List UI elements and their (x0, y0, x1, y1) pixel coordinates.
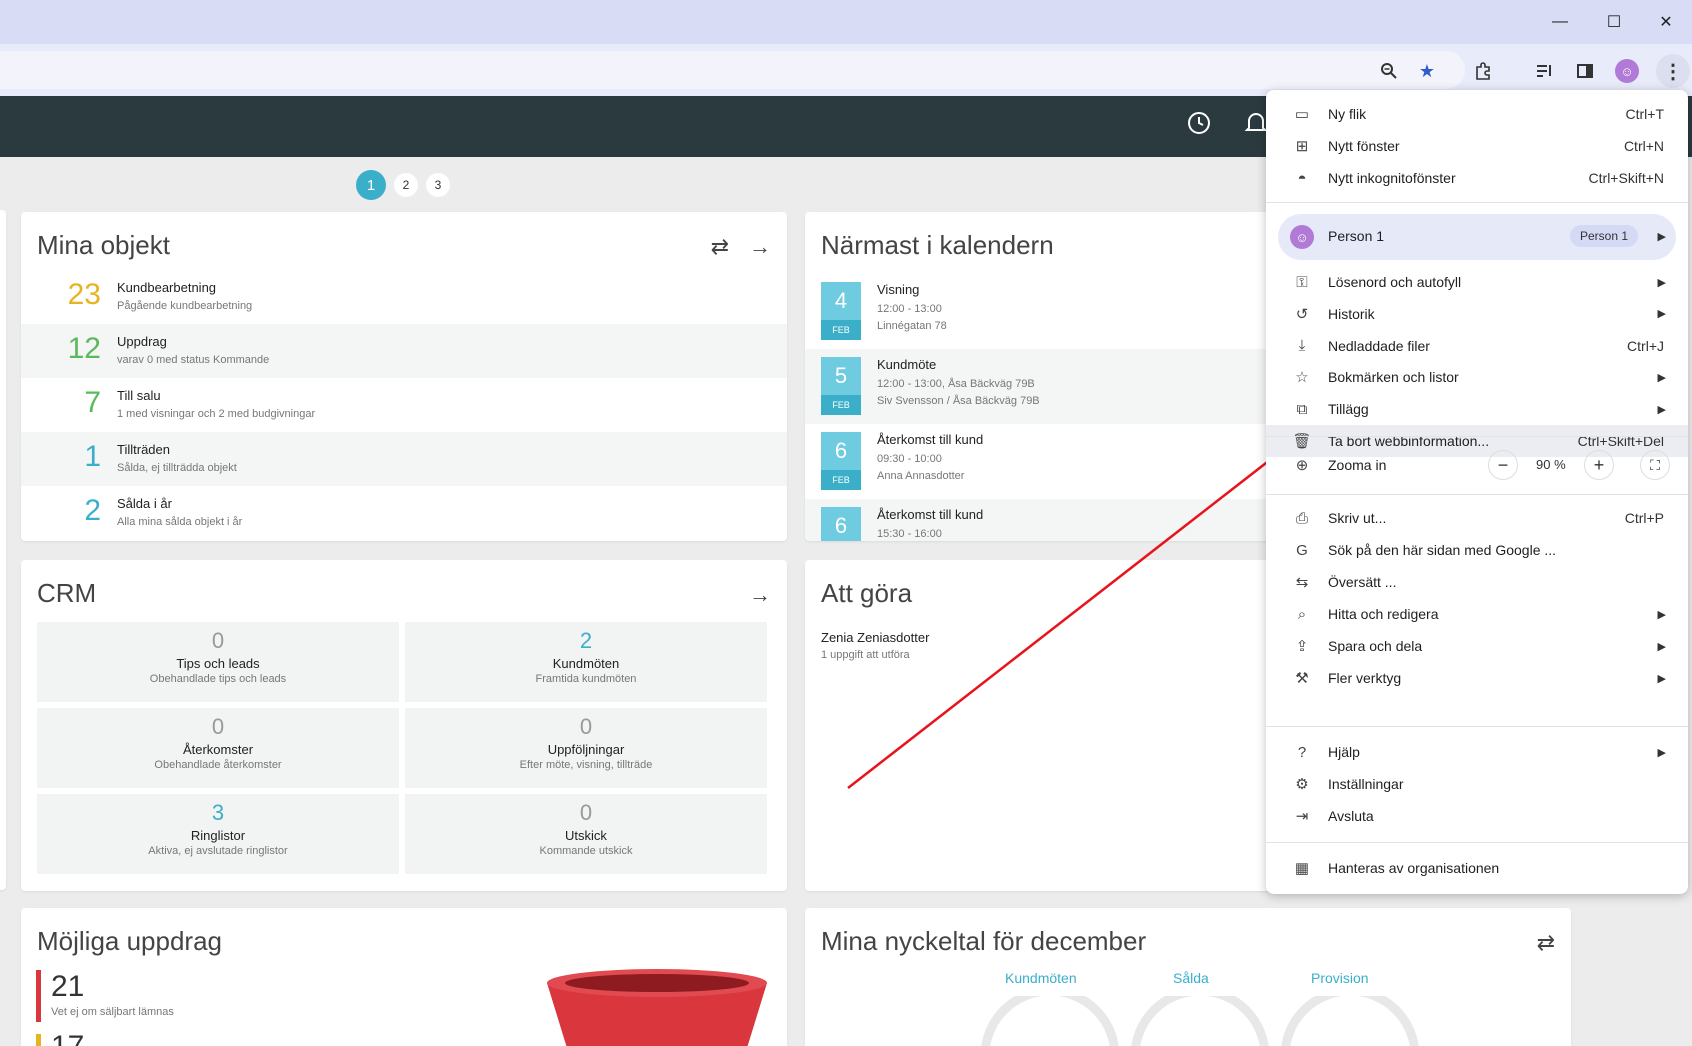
incognito-icon: ◓ (1297, 169, 1307, 187)
menu-separator (1266, 436, 1688, 437)
chevron-right-icon: ▶ (1657, 672, 1666, 685)
menu-label: Spara och dela (1328, 638, 1423, 654)
menu-label: Översätt ... (1328, 574, 1397, 590)
key-icon: ⚿ (1296, 273, 1308, 291)
menu-separator (1266, 494, 1688, 495)
menu-label: Nedladdade filer (1328, 337, 1430, 354)
menu-item-new-tab[interactable]: ▭ Ny flik Ctrl+T (1266, 98, 1688, 130)
menu-label: Hanteras av organisationen (1328, 860, 1500, 876)
menu-label: Ny flik (1328, 106, 1367, 122)
menu-item-profile[interactable]: ☺ Person 1 Person 1 ▶ (1278, 214, 1676, 260)
new-window-icon: ⊞ (1295, 138, 1309, 155)
menu-item-incognito[interactable]: ◓ Nytt inkognitofönster Ctrl+Skift+N (1266, 162, 1688, 194)
profile-chip: Person 1 (1569, 225, 1638, 247)
chevron-right-icon: ▶ (1657, 308, 1666, 321)
building-icon: ▦ (1294, 860, 1310, 877)
zoom-value: 90 % (1536, 457, 1566, 472)
menu-shortcut: Ctrl+P (1624, 510, 1664, 526)
menu-label: Sök på den här sidan med Google ... (1328, 542, 1557, 558)
menu-shortcut: Ctrl+T (1625, 106, 1665, 122)
chevron-right-icon: ▶ (1657, 403, 1666, 416)
menu-item[interactable]: ⧉ Tillägg ▶ (1266, 393, 1688, 425)
zoom-in-button[interactable]: + (1584, 450, 1614, 480)
menu-item-zoom: ⊕ Zooma in (1266, 444, 1688, 486)
menu-item-managed[interactable]: ▦ Hanteras av organisationen (1266, 852, 1688, 884)
menu-label: Hitta och redigera (1328, 606, 1439, 622)
menu-item[interactable]: ⚒ Fler verktyg ▶ (1266, 662, 1688, 694)
menu-label: Nytt inkognitofönster (1328, 170, 1456, 186)
zoom-icon: ⊕ (1295, 457, 1309, 474)
menu-item[interactable]: ⎙ Skriv ut... Ctrl+P (1266, 502, 1688, 534)
menu-label: Lösenord och autofyll (1328, 274, 1462, 290)
extension-icon: ⧉ (1296, 400, 1308, 418)
menu-label: Skriv ut... (1328, 510, 1387, 526)
menu-item[interactable]: ⚙ Inställningar (1266, 768, 1688, 800)
profile-name: Person 1 (1328, 228, 1385, 244)
menu-label: Tillägg (1328, 401, 1369, 418)
menu-label: Nytt fönster (1328, 138, 1400, 154)
exit-icon: ⇥ (1295, 808, 1309, 825)
menu-shortcut: Ctrl+Skift+N (1588, 170, 1664, 186)
menu-item[interactable]: ⇆ Översätt ... (1266, 566, 1688, 598)
menu-item-new-window[interactable]: ⊞ Nytt fönster Ctrl+N (1266, 130, 1688, 162)
menu-label: Fler verktyg (1328, 670, 1402, 686)
menu-label: Zooma in (1328, 457, 1387, 473)
save-share-icon: ⇪ (1295, 638, 1309, 655)
chevron-right-icon: ▶ (1657, 371, 1666, 384)
menu-separator (1266, 726, 1688, 727)
chevron-right-icon: ▶ (1657, 608, 1666, 621)
menu-item[interactable]: ? Hjälp ▶ (1266, 736, 1688, 768)
menu-item[interactable]: ↺ Historik ▶ (1266, 298, 1688, 330)
menu-item[interactable]: G Sök på den här sidan med Google ... (1266, 534, 1688, 566)
menu-label: Hjälp (1328, 744, 1360, 760)
menu-separator (1266, 202, 1688, 203)
menu-item[interactable]: ☆ Bokmärken och listor ▶ (1266, 361, 1688, 393)
menu-label: Avsluta (1328, 808, 1374, 824)
chevron-right-icon: ▶ (1657, 640, 1666, 653)
menu-label: Inställningar (1328, 776, 1404, 792)
zoom-out-button[interactable]: − (1488, 450, 1518, 480)
menu-label: Historik (1328, 305, 1375, 322)
menu-label: Bokmärken och listor (1328, 369, 1459, 386)
new-tab-icon: ▭ (1294, 106, 1310, 123)
chevron-right-icon: ▶ (1657, 276, 1666, 289)
menu-item[interactable]: ⇪ Spara och dela ▶ (1266, 630, 1688, 662)
help-icon: ? (1297, 743, 1307, 761)
chevron-right-icon: ▶ (1657, 746, 1666, 759)
find-icon: ⌕ (1297, 605, 1307, 623)
browser-menu: ▭ Ny flik Ctrl+T ⊞ Nytt fönster Ctrl+N ◓… (1266, 90, 1688, 894)
profile-avatar-icon: ☺ (1290, 225, 1314, 249)
menu-separator (1266, 842, 1688, 843)
tools-icon: ⚒ (1295, 670, 1309, 687)
fullscreen-button[interactable]: ⛶ (1640, 450, 1670, 480)
translate-icon: ⇆ (1295, 574, 1309, 591)
print-icon: ⎙ (1295, 509, 1308, 527)
star-icon: ☆ (1295, 369, 1309, 387)
history-icon: ↺ (1295, 305, 1309, 323)
menu-shortcut: Ctrl+J (1627, 337, 1664, 354)
menu-item[interactable]: ⤓ Nedladdade filer Ctrl+J (1266, 330, 1688, 362)
download-icon: ⤓ (1298, 337, 1306, 355)
menu-item[interactable]: ⌕ Hitta och redigera ▶ (1266, 598, 1688, 630)
menu-shortcut: Ctrl+N (1623, 138, 1664, 154)
menu-item[interactable]: ⇥ Avsluta (1266, 800, 1688, 832)
settings-icon: ⚙ (1295, 776, 1309, 793)
google-icon: G (1296, 541, 1308, 559)
menu-item[interactable]: ⚿ Lösenord och autofyll ▶ (1266, 266, 1688, 298)
chevron-right-icon: ▶ (1657, 231, 1666, 243)
